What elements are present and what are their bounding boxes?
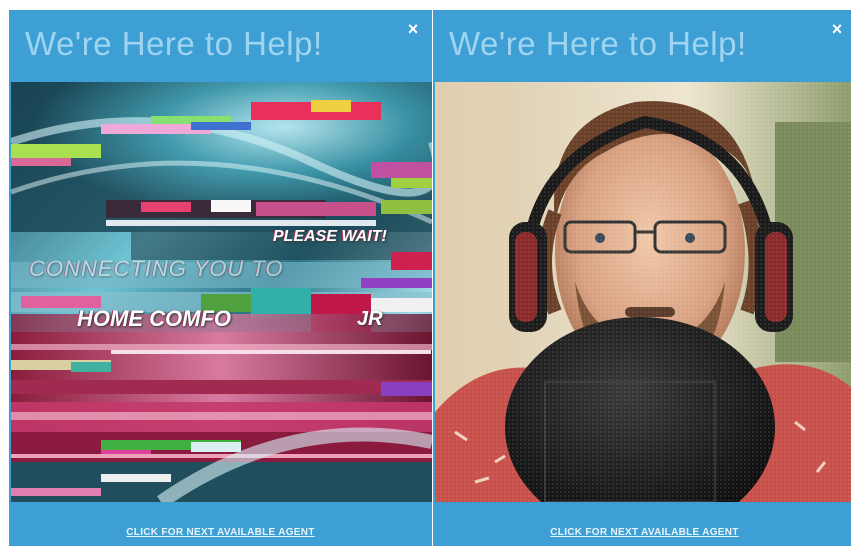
agent-portrait [435, 82, 851, 502]
next-agent-link[interactable]: CLICK FOR NEXT AVAILABLE AGENT [433, 527, 851, 538]
help-panel-right: We're Here to Help! × CLICK FOR NEXT AVA… [433, 10, 851, 546]
help-panel-left: We're Here to Help! × PLEASE WAIT! CONNE… [9, 10, 432, 546]
panel-title: We're Here to Help! [25, 25, 323, 62]
glitched-video-feed: PLEASE WAIT! CONNECTING YOU TO HOME COMF… [11, 82, 432, 502]
panel-title: We're Here to Help! [449, 25, 747, 62]
panel-header: We're Here to Help! × [433, 10, 851, 80]
close-icon[interactable]: × [828, 20, 846, 38]
agent-video-feed [435, 82, 851, 502]
panel-header: We're Here to Help! × [9, 10, 432, 80]
glitch-image [11, 82, 432, 502]
home-comfort-text: HOME COMFO [77, 306, 231, 331]
connecting-text: CONNECTING YOU TO [29, 256, 284, 281]
tail-text: JR [357, 308, 383, 330]
close-icon[interactable]: × [404, 20, 422, 38]
next-agent-link[interactable]: CLICK FOR NEXT AVAILABLE AGENT [9, 527, 432, 538]
please-wait-text: PLEASE WAIT! [273, 228, 387, 245]
